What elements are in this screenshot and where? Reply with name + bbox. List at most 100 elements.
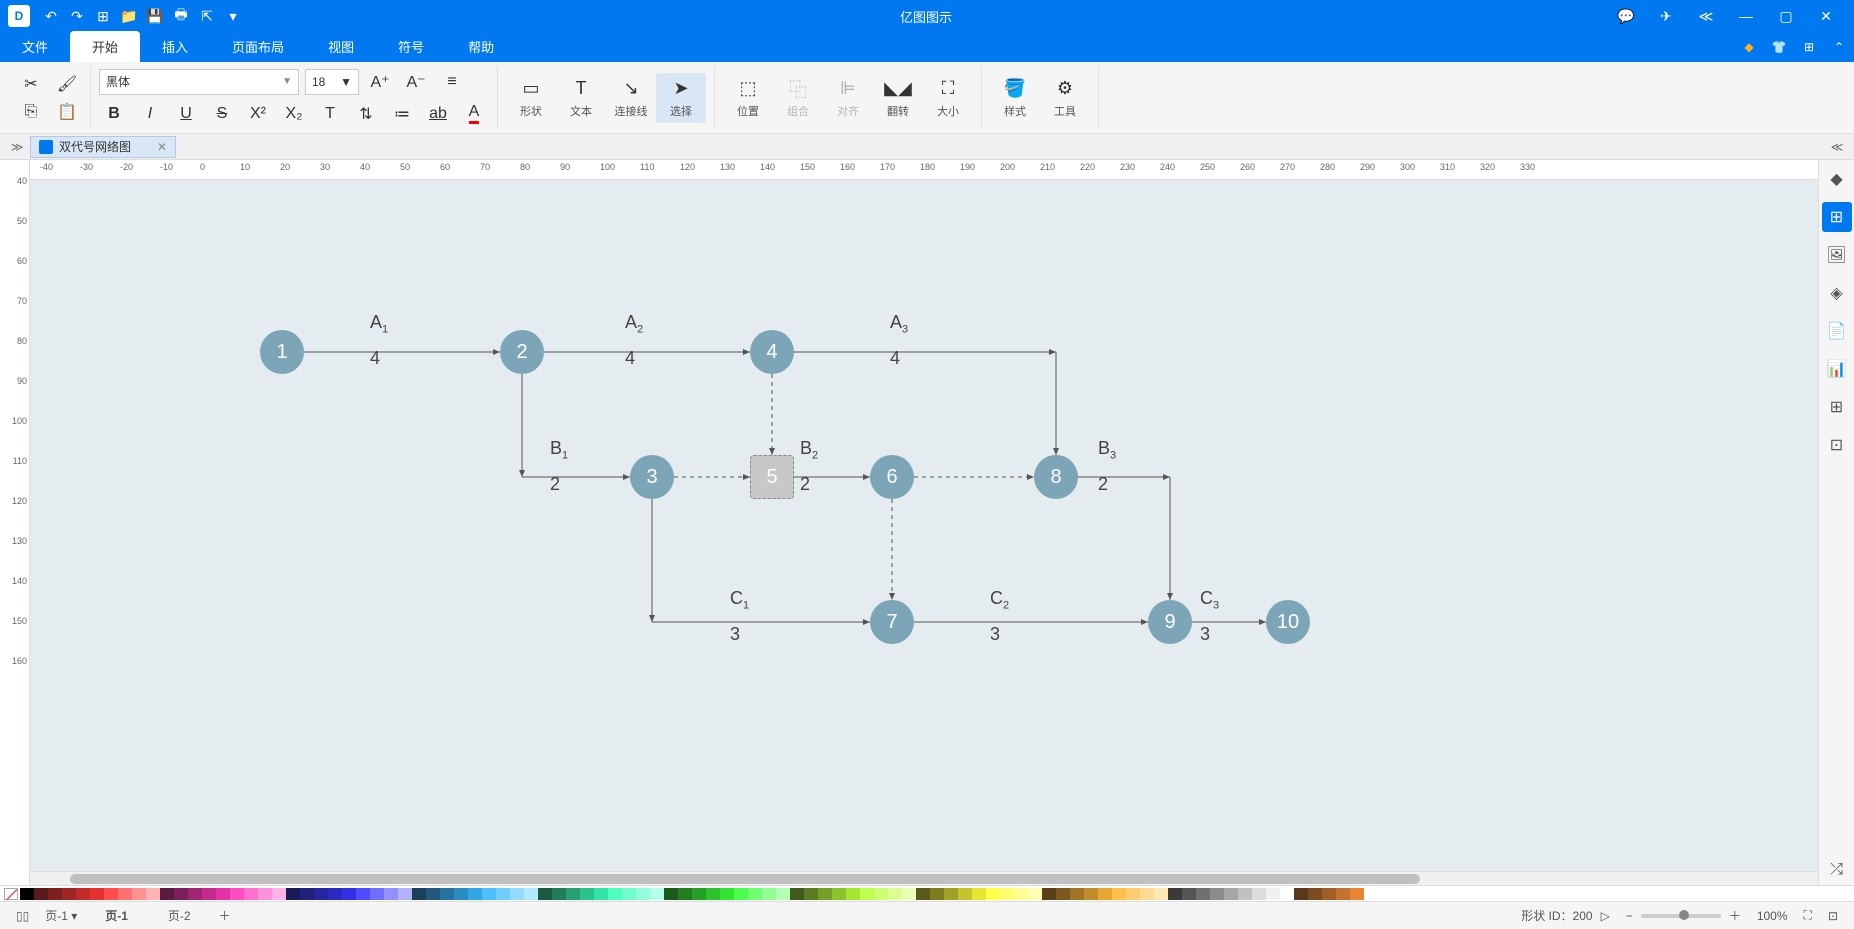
- color-swatch[interactable]: [860, 888, 874, 900]
- underline-button[interactable]: U: [171, 100, 201, 128]
- color-swatch[interactable]: [1322, 888, 1336, 900]
- text-style-button[interactable]: T: [315, 100, 345, 128]
- align-objects-button[interactable]: ⊫对齐: [823, 73, 873, 123]
- color-swatch[interactable]: [888, 888, 902, 900]
- flip-button[interactable]: ◣◢翻转: [873, 73, 923, 123]
- color-swatch[interactable]: [1042, 888, 1056, 900]
- color-swatch[interactable]: [118, 888, 132, 900]
- collapse-right-panel-button[interactable]: ≪: [1824, 140, 1850, 154]
- subscript-button[interactable]: X₂: [279, 100, 309, 128]
- zoom-out-button[interactable]: −: [1618, 909, 1641, 923]
- color-swatch[interactable]: [286, 888, 300, 900]
- color-swatch[interactable]: [258, 888, 272, 900]
- minimize-button[interactable]: —: [1726, 0, 1766, 32]
- redo-button[interactable]: ↷: [64, 3, 90, 29]
- menu-layout[interactable]: 页面布局: [210, 31, 306, 62]
- color-swatch[interactable]: [916, 888, 930, 900]
- font-color-button[interactable]: A: [459, 100, 489, 128]
- color-swatch[interactable]: [468, 888, 482, 900]
- color-swatch[interactable]: [300, 888, 314, 900]
- color-swatch[interactable]: [1000, 888, 1014, 900]
- color-swatch[interactable]: [34, 888, 48, 900]
- color-swatch[interactable]: [496, 888, 510, 900]
- color-swatch[interactable]: [1196, 888, 1210, 900]
- apps-icon[interactable]: ⊞: [1794, 32, 1824, 62]
- color-swatch[interactable]: [174, 888, 188, 900]
- menu-help[interactable]: 帮助: [446, 31, 516, 62]
- color-swatch[interactable]: [202, 888, 216, 900]
- bullet-list-button[interactable]: ≔: [387, 100, 417, 128]
- vip-icon[interactable]: ◆: [1734, 32, 1764, 62]
- fill-panel-button[interactable]: ◆: [1822, 164, 1852, 194]
- menu-view[interactable]: 视图: [306, 31, 376, 62]
- color-swatch[interactable]: [1280, 888, 1294, 900]
- page-view-button[interactable]: ▯▯: [8, 909, 37, 923]
- color-swatch[interactable]: [412, 888, 426, 900]
- library-panel-button[interactable]: ⊡: [1822, 430, 1852, 460]
- page[interactable]: 12345678910A14A24A34B12B22B32C13C23C33: [200, 180, 1380, 880]
- color-swatch[interactable]: [524, 888, 538, 900]
- color-swatch[interactable]: [1028, 888, 1042, 900]
- color-swatch[interactable]: [216, 888, 230, 900]
- color-swatch[interactable]: [776, 888, 790, 900]
- color-swatch[interactable]: [1308, 888, 1322, 900]
- group-button[interactable]: ⿻组合: [773, 73, 823, 123]
- maximize-button[interactable]: ▢: [1766, 0, 1806, 32]
- diagram-node-8[interactable]: 8: [1034, 455, 1078, 499]
- color-swatch[interactable]: [832, 888, 846, 900]
- close-button[interactable]: ✕: [1806, 0, 1846, 32]
- add-page-button[interactable]: ＋: [211, 907, 239, 924]
- color-swatch[interactable]: [104, 888, 118, 900]
- color-swatch[interactable]: [972, 888, 986, 900]
- highlight-button[interactable]: ab: [423, 100, 453, 128]
- zoom-level[interactable]: 100%: [1749, 909, 1796, 923]
- page-tab-2[interactable]: 页-2: [148, 903, 211, 928]
- undo-button[interactable]: ↶: [38, 3, 64, 29]
- diagram-node-5[interactable]: 5: [750, 455, 794, 499]
- color-swatch[interactable]: [398, 888, 412, 900]
- color-swatch[interactable]: [328, 888, 342, 900]
- send-icon[interactable]: ✈: [1646, 0, 1686, 32]
- color-swatch[interactable]: [622, 888, 636, 900]
- chart-panel-button[interactable]: 📊: [1822, 354, 1852, 384]
- select-tool[interactable]: ➤选择: [656, 73, 706, 123]
- export-button[interactable]: ⇱: [194, 3, 220, 29]
- color-swatch[interactable]: [804, 888, 818, 900]
- color-swatch[interactable]: [20, 888, 34, 900]
- color-swatch[interactable]: [48, 888, 62, 900]
- font-family-select[interactable]: 黑体▼: [99, 69, 299, 95]
- color-swatch[interactable]: [230, 888, 244, 900]
- color-swatch[interactable]: [566, 888, 580, 900]
- cut-button[interactable]: ✂: [16, 70, 46, 98]
- color-swatch[interactable]: [1126, 888, 1140, 900]
- diagram-node-3[interactable]: 3: [630, 455, 674, 499]
- connector-tool[interactable]: ↘连接线: [606, 73, 656, 123]
- position-button[interactable]: ⬚位置: [723, 73, 773, 123]
- diagram-node-10[interactable]: 10: [1266, 600, 1310, 644]
- color-swatch[interactable]: [188, 888, 202, 900]
- size-button[interactable]: ⛶大小: [923, 73, 973, 123]
- color-swatch[interactable]: [1168, 888, 1182, 900]
- color-swatch[interactable]: [664, 888, 678, 900]
- color-swatch[interactable]: [482, 888, 496, 900]
- user-icon[interactable]: 👕: [1764, 32, 1794, 62]
- color-swatch[interactable]: [538, 888, 552, 900]
- color-swatch[interactable]: [314, 888, 328, 900]
- color-swatch[interactable]: [440, 888, 454, 900]
- color-swatch[interactable]: [1266, 888, 1280, 900]
- diagram-node-6[interactable]: 6: [870, 455, 914, 499]
- page-select[interactable]: 页-1 ▾: [37, 907, 85, 924]
- copy-button[interactable]: ⎘: [16, 98, 46, 126]
- color-swatch[interactable]: [720, 888, 734, 900]
- image-panel-button[interactable]: 🖼: [1822, 240, 1852, 270]
- shape-tool[interactable]: ▭形状: [506, 73, 556, 123]
- diagram-node-9[interactable]: 9: [1148, 600, 1192, 644]
- color-swatch[interactable]: [818, 888, 832, 900]
- color-swatch[interactable]: [608, 888, 622, 900]
- color-swatch[interactable]: [370, 888, 384, 900]
- format-painter-button[interactable]: 🖌: [52, 70, 82, 98]
- tools-button[interactable]: ⚙工具: [1040, 73, 1090, 123]
- decrease-font-button[interactable]: A⁻: [401, 68, 431, 96]
- italic-button[interactable]: I: [135, 100, 165, 128]
- color-swatch[interactable]: [160, 888, 174, 900]
